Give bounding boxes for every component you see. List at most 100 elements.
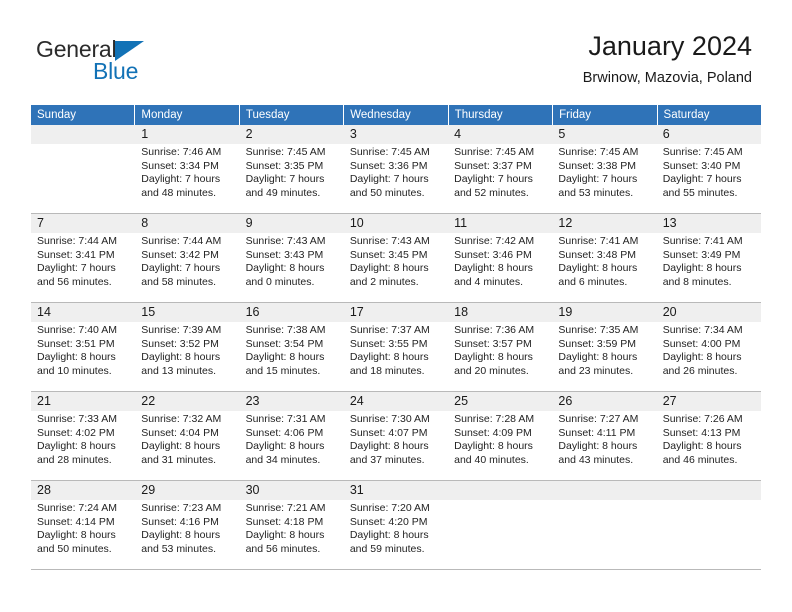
day-cell[interactable]: Sunrise: 7:33 AM Sunset: 4:02 PM Daylight:… (31, 411, 135, 480)
day-cell[interactable]: Sunrise: 7:41 AM Sunset: 3:49 PM Daylight:… (657, 233, 761, 302)
day-number[interactable]: 30 (240, 481, 344, 500)
week-detail-row: Sunrise: 7:44 AM Sunset: 3:41 PM Daylight:… (31, 233, 761, 302)
sunset-time: Sunset: 4:20 PM (349, 515, 428, 528)
day-cell[interactable]: Sunrise: 7:45 AM Sunset: 3:35 PM Daylight:… (240, 144, 344, 213)
sunrise-time: Sunrise: 7:34 AM (662, 324, 743, 336)
daylight-duration-line2: and 52 minutes. (454, 186, 529, 199)
day-cell[interactable]: Sunrise: 7:34 AM Sunset: 4:00 PM Daylight:… (657, 322, 761, 391)
sunrise-time: Sunrise: 7:31 AM (245, 413, 326, 425)
day-number[interactable]: 13 (657, 214, 761, 233)
sunset-time: Sunset: 3:41 PM (37, 248, 115, 261)
day-number[interactable]: 25 (448, 392, 552, 411)
day-number[interactable]: 20 (657, 303, 761, 322)
daylight-duration-line1: Daylight: 8 hours (558, 262, 638, 275)
sunset-time: Sunset: 3:35 PM (245, 159, 324, 172)
day-cell[interactable]: Sunrise: 7:44 AM Sunset: 3:41 PM Daylight:… (31, 233, 135, 302)
day-cell[interactable]: Sunrise: 7:45 AM Sunset: 3:37 PM Daylight:… (448, 144, 552, 213)
day-number[interactable]: 26 (552, 392, 656, 411)
day-number[interactable]: 12 (552, 214, 656, 233)
day-number[interactable]: 10 (344, 214, 448, 233)
daylight-duration-line2: and 58 minutes. (141, 275, 216, 288)
sunset-time: Sunset: 3:54 PM (245, 337, 324, 350)
day-number[interactable]: 3 (344, 125, 448, 144)
day-number[interactable]: 1 (135, 125, 239, 144)
day-cell[interactable]: Sunrise: 7:32 AM Sunset: 4:04 PM Daylight:… (135, 411, 239, 480)
daylight-duration-line2: and 37 minutes. (349, 453, 425, 466)
daylight-duration-line1: Daylight: 8 hours (141, 351, 221, 364)
day-cell[interactable]: Sunrise: 7:38 AM Sunset: 3:54 PM Daylight:… (240, 322, 344, 391)
daylight-duration-line2: and 43 minutes. (558, 453, 634, 466)
day-cell[interactable]: Sunrise: 7:23 AM Sunset: 4:16 PM Daylight:… (135, 500, 239, 569)
daylight-duration-line2: and 55 minutes. (662, 186, 738, 199)
day-cell[interactable]: Sunrise: 7:30 AM Sunset: 4:07 PM Daylight:… (344, 411, 448, 480)
daylight-duration-line1: Daylight: 8 hours (662, 351, 742, 364)
sunset-time: Sunset: 3:57 PM (454, 337, 532, 350)
day-number[interactable]: 31 (344, 481, 448, 500)
page-header: General Blue January 2024 Brwinow, Mazov… (0, 0, 792, 104)
day-number[interactable]: 6 (657, 125, 761, 144)
day-cell[interactable]: Sunrise: 7:37 AM Sunset: 3:55 PM Daylight:… (344, 322, 448, 391)
sunrise-time: Sunrise: 7:33 AM (37, 413, 117, 425)
day-cell[interactable]: Sunrise: 7:44 AM Sunset: 3:42 PM Daylight:… (135, 233, 239, 302)
day-number[interactable]: 28 (31, 481, 135, 500)
day-cell[interactable]: Sunrise: 7:35 AM Sunset: 3:59 PM Daylight:… (552, 322, 656, 391)
day-number[interactable]: 21 (31, 392, 135, 411)
day-cell[interactable]: Sunrise: 7:28 AM Sunset: 4:09 PM Daylight:… (448, 411, 552, 480)
day-number[interactable]: 11 (448, 214, 552, 233)
title-block: January 2024 Brwinow, Mazovia, Poland (583, 30, 752, 88)
daylight-duration-line2: and 4 minutes. (454, 275, 524, 288)
daylight-duration-line1: Daylight: 8 hours (454, 262, 533, 275)
day-number[interactable]: 4 (448, 125, 552, 144)
day-cell[interactable]: Sunrise: 7:24 AM Sunset: 4:14 PM Daylight:… (31, 500, 135, 569)
day-cell[interactable]: Sunrise: 7:39 AM Sunset: 3:52 PM Daylight:… (135, 322, 239, 391)
day-number[interactable]: 17 (344, 303, 448, 322)
day-cell[interactable]: Sunrise: 7:41 AM Sunset: 3:48 PM Daylight:… (552, 233, 656, 302)
page-title: January 2024 (588, 31, 752, 61)
sunset-time: Sunset: 4:09 PM (454, 426, 532, 439)
day-number[interactable]: 16 (240, 303, 344, 322)
daylight-duration-line2: and 23 minutes. (558, 364, 634, 377)
calendar-weeks: 1 2 3 4 5 6 Sunrise: 7:46 AM Sunset: 3:34 PM Day… (31, 125, 761, 570)
sunrise-time: Sunrise: 7:43 AM (245, 235, 326, 247)
day-cell[interactable]: Sunrise: 7:26 AM Sunset: 4:13 PM Daylight:… (657, 411, 761, 480)
daylight-duration-line2: and 2 minutes. (349, 275, 419, 288)
weekday-header-tuesday: Tuesday (239, 105, 345, 125)
day-number[interactable]: 5 (552, 125, 656, 144)
day-number[interactable]: 24 (344, 392, 448, 411)
day-number[interactable]: 29 (135, 481, 239, 500)
day-cell[interactable]: Sunrise: 7:31 AM Sunset: 4:06 PM Daylight:… (240, 411, 344, 480)
day-cell[interactable]: Sunrise: 7:27 AM Sunset: 4:11 PM Daylight:… (552, 411, 656, 480)
daylight-duration-line1: Daylight: 7 hours (454, 173, 533, 186)
day-number[interactable]: 9 (240, 214, 344, 233)
day-number[interactable]: 2 (240, 125, 344, 144)
day-number[interactable]: 22 (135, 392, 239, 411)
day-cell[interactable]: Sunrise: 7:43 AM Sunset: 3:45 PM Daylight:… (344, 233, 448, 302)
sunset-time: Sunset: 3:52 PM (141, 337, 219, 350)
day-cell[interactable]: Sunrise: 7:36 AM Sunset: 3:57 PM Daylight:… (448, 322, 552, 391)
day-number[interactable]: 8 (135, 214, 239, 233)
day-cell[interactable]: Sunrise: 7:45 AM Sunset: 3:40 PM Daylight:… (657, 144, 761, 213)
general-blue-logo[interactable]: General Blue (36, 36, 236, 88)
day-cell[interactable]: Sunrise: 7:45 AM Sunset: 3:36 PM Daylight:… (344, 144, 448, 213)
day-number[interactable]: 18 (448, 303, 552, 322)
day-cell-empty (552, 500, 656, 569)
day-number[interactable]: 27 (657, 392, 761, 411)
day-cell[interactable]: Sunrise: 7:40 AM Sunset: 3:51 PM Daylight:… (31, 322, 135, 391)
day-cell[interactable]: Sunrise: 7:45 AM Sunset: 3:38 PM Daylight:… (552, 144, 656, 213)
daylight-duration-line1: Daylight: 7 hours (141, 262, 221, 275)
day-cell[interactable]: Sunrise: 7:43 AM Sunset: 3:43 PM Daylight:… (240, 233, 344, 302)
day-cell[interactable]: Sunrise: 7:46 AM Sunset: 3:34 PM Daylight:… (135, 144, 239, 213)
sunrise-time: Sunrise: 7:40 AM (37, 324, 117, 336)
day-number[interactable]: 15 (135, 303, 239, 322)
day-number[interactable]: 14 (31, 303, 135, 322)
daylight-duration-line2: and 56 minutes. (37, 275, 112, 288)
sunrise-time: Sunrise: 7:41 AM (558, 235, 639, 247)
day-number[interactable]: 7 (31, 214, 135, 233)
day-number[interactable]: 19 (552, 303, 656, 322)
sunset-time: Sunset: 3:46 PM (454, 248, 532, 261)
day-number[interactable]: 23 (240, 392, 344, 411)
day-cell[interactable]: Sunrise: 7:21 AM Sunset: 4:18 PM Daylight:… (240, 500, 344, 569)
sunset-time: Sunset: 3:42 PM (141, 248, 219, 261)
day-cell[interactable]: Sunrise: 7:42 AM Sunset: 3:46 PM Daylight:… (448, 233, 552, 302)
day-cell[interactable]: Sunrise: 7:20 AM Sunset: 4:20 PM Daylight:… (344, 500, 448, 569)
